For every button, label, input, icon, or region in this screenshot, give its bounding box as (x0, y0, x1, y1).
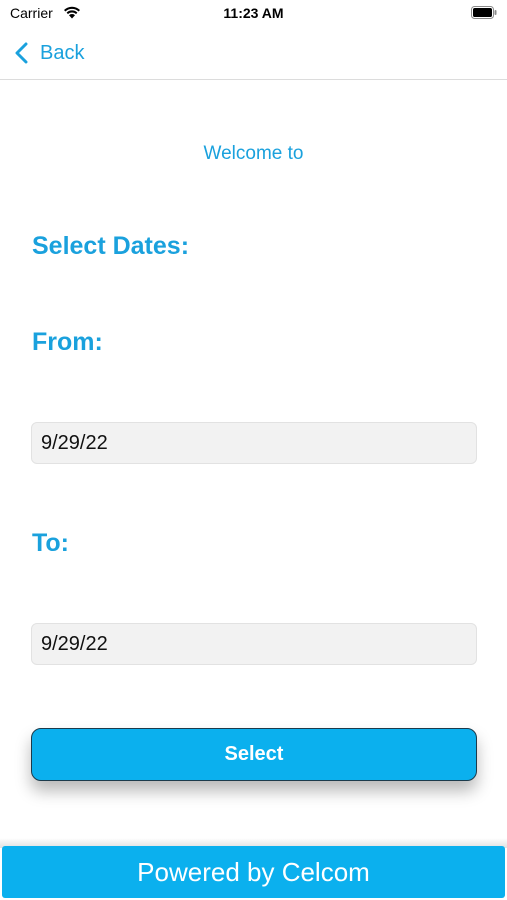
select-button-label: Select (224, 743, 284, 765)
to-label: To: (32, 529, 70, 557)
welcome-text: Welcome to (203, 143, 304, 164)
status-bar: Carrier 11:23 AM (0, 0, 507, 28)
footer-text: Powered by Celcom (137, 856, 370, 887)
chevron-left-icon (15, 42, 28, 64)
clock: 11:23 AM (223, 5, 284, 21)
select-dates-heading: Select Dates: (32, 232, 190, 260)
select-button[interactable]: Select (31, 728, 477, 781)
back-label: Back (40, 41, 85, 64)
screen: Carrier 11:23 AM Back Welcome to Select … (0, 0, 507, 900)
from-date-field[interactable]: 9/29/22 (31, 422, 477, 464)
battery-icon (471, 6, 497, 19)
from-label: From: (32, 328, 103, 356)
footer-banner: Powered by Celcom (2, 846, 505, 898)
navigation-bar: Back (0, 28, 507, 80)
to-date-field[interactable]: 9/29/22 (31, 623, 477, 665)
back-button[interactable]: Back (14, 38, 84, 68)
